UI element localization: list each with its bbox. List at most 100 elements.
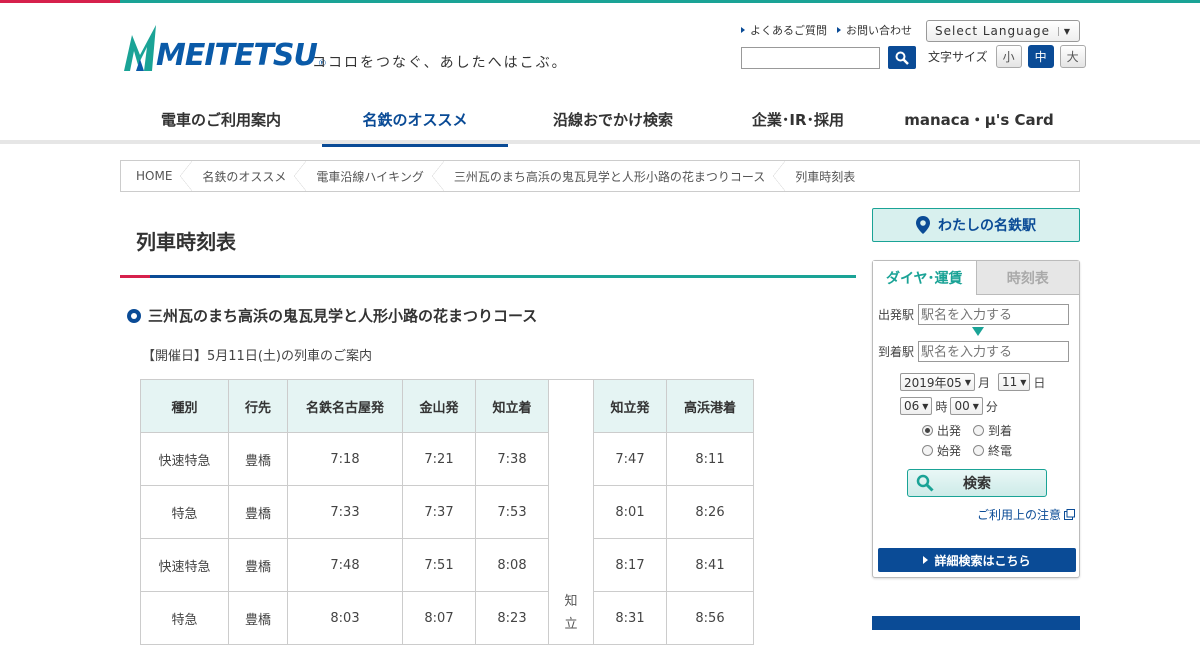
breadcrumb-current: 列車時刻表 xyxy=(795,169,856,184)
swap-arrow[interactable] xyxy=(972,327,984,336)
nav-item-train-guide[interactable]: 電車のご利用案内 xyxy=(120,91,322,147)
external-link-icon xyxy=(1064,509,1075,520)
radio-row-1: 出発 到着 xyxy=(922,422,1024,439)
bullet-icon xyxy=(127,308,141,323)
hour-unit: 時 xyxy=(935,399,948,414)
cell-chiryu-dep: 8:01 xyxy=(593,485,667,539)
event-date-lead: 【開催日】5月11日(土)の列車のご案内 xyxy=(142,349,372,364)
font-large-button[interactable]: 大 xyxy=(1059,45,1086,68)
triangle-right-icon xyxy=(923,556,929,564)
search-icon xyxy=(916,474,934,492)
cell-nagoya-dep: 7:33 xyxy=(287,485,403,539)
section-heading: 三州瓦のまち高浜の鬼瓦見学と人形小路の花まつりコース xyxy=(127,305,537,326)
hour-select[interactable]: 06 xyxy=(900,397,933,415)
day-select[interactable]: 11 xyxy=(997,373,1031,391)
global-nav: 電車のご利用案内 名鉄のオススメ 沿線おでかけ検索 企業･IR･採用 manac… xyxy=(120,91,1080,147)
header-takahama-arr: 高浜港着 xyxy=(666,379,754,433)
month-unit: 月 xyxy=(977,375,990,390)
cell-type: 快速特急 xyxy=(140,432,229,486)
search-tabs: ダイヤ･運賃 時刻表 xyxy=(873,261,1079,295)
contact-link[interactable]: お問い合わせ xyxy=(837,22,912,38)
site-search-button[interactable] xyxy=(888,46,916,69)
arrow-down-icon xyxy=(972,327,984,336)
my-station-label: わたしの名鉄駅 xyxy=(938,218,1036,234)
language-label: Select Language xyxy=(935,24,1051,38)
transfer-station-cell: 知 立 xyxy=(548,379,594,645)
map-pin-icon xyxy=(916,216,930,234)
search-icon xyxy=(895,51,909,65)
cell-kanayama-dep: 7:51 xyxy=(402,538,476,592)
tagline: ココロをつなぐ、あしたへはこぶ。 xyxy=(312,55,568,71)
route-search-label: 検索 xyxy=(963,476,991,492)
cell-kanayama-dep: 8:07 xyxy=(402,591,476,645)
header-destination: 行先 xyxy=(228,379,288,433)
cell-takahama-arr: 8:56 xyxy=(666,591,754,645)
font-size-label: 文字サイズ xyxy=(928,50,988,64)
cell-chiryu-arr: 7:53 xyxy=(475,485,549,539)
chevron-down-icon: ▼ xyxy=(1057,26,1071,36)
utility-links: よくあるご質問 お問い合わせ xyxy=(741,22,912,38)
header-chiryu-arr: 知立着 xyxy=(475,379,549,433)
cell-nagoya-dep: 8:03 xyxy=(287,591,403,645)
cell-chiryu-dep: 8:31 xyxy=(593,591,667,645)
minute-select[interactable]: 00 xyxy=(950,397,983,415)
font-size-control: 文字サイズ 小 中 大 xyxy=(928,45,1086,68)
my-station-button[interactable]: わたしの名鉄駅 xyxy=(872,208,1080,242)
cell-type: 特急 xyxy=(140,591,229,645)
cell-takahama-arr: 8:41 xyxy=(666,538,754,592)
tab-dia-fare[interactable]: ダイヤ･運賃 xyxy=(873,261,976,295)
breadcrumb-home[interactable]: HOME xyxy=(121,161,193,191)
nav-item-corporate[interactable]: 企業･IR･採用 xyxy=(718,91,878,147)
header-kanayama-dep: 金山発 xyxy=(402,379,476,433)
detail-search-button[interactable]: 詳細検索はこちら xyxy=(878,548,1076,572)
radio-arrive[interactable]: 到着 xyxy=(973,422,1012,439)
minute-unit: 分 xyxy=(985,399,998,414)
to-station-input[interactable] xyxy=(918,341,1070,362)
cell-nagoya-dep: 7:18 xyxy=(287,432,403,486)
sidebar-banner[interactable] xyxy=(872,616,1080,630)
time-row: 06 時 00 分 xyxy=(900,397,998,415)
to-row: 到着駅 xyxy=(878,341,1070,362)
cell-kanayama-dep: 7:37 xyxy=(402,485,476,539)
cell-type: 快速特急 xyxy=(140,538,229,592)
nav-item-outing-search[interactable]: 沿線おでかけ検索 xyxy=(508,91,718,147)
font-medium-button[interactable]: 中 xyxy=(1027,45,1054,68)
cell-kanayama-dep: 7:21 xyxy=(402,432,476,486)
usage-notice-link[interactable]: ご利用上の注意 xyxy=(977,506,1075,523)
nav-underline xyxy=(0,140,1200,144)
header-type: 種別 xyxy=(140,379,229,433)
breadcrumb-recommend[interactable]: 名鉄のオススメ xyxy=(186,161,307,191)
site-search-input[interactable] xyxy=(741,47,880,69)
breadcrumb-course[interactable]: 三州瓦のまち高浜の鬼瓦見学と人形小路の花まつりコース xyxy=(438,161,786,191)
faq-link[interactable]: よくあるご質問 xyxy=(741,22,827,38)
tab-timetable[interactable]: 時刻表 xyxy=(975,261,1079,295)
day-unit: 日 xyxy=(1033,375,1046,390)
year-month-select[interactable]: 2019年05 xyxy=(900,373,975,391)
nav-item-recommend[interactable]: 名鉄のオススメ xyxy=(322,91,508,147)
cell-takahama-arr: 8:26 xyxy=(666,485,754,539)
sidebar: わたしの名鉄駅 xyxy=(872,208,1080,242)
nav-item-manaca[interactable]: manaca・μ's Card xyxy=(878,91,1080,147)
breadcrumb: HOME 名鉄のオススメ 電車沿線ハイキング 三州瓦のまち高浜の鬼瓦見学と人形小… xyxy=(120,160,1080,192)
cell-destination: 豊橋 xyxy=(228,485,288,539)
radio-last-train[interactable]: 終電 xyxy=(973,442,1012,459)
language-select[interactable]: Select Language ▼ xyxy=(926,20,1080,42)
breadcrumb-hiking[interactable]: 電車沿線ハイキング xyxy=(300,161,445,191)
table-row: 快速特急 豊橋 7:18 7:21 7:38 7:47 8:11 xyxy=(140,432,754,486)
cell-type: 特急 xyxy=(140,485,229,539)
from-row: 出発駅 xyxy=(878,304,1070,325)
to-label: 到着駅 xyxy=(878,345,915,359)
radio-first-train[interactable]: 始発 xyxy=(922,442,961,459)
detail-search-label: 詳細検索はこちら xyxy=(934,553,1031,568)
from-label: 出発駅 xyxy=(878,308,915,322)
site-header: MEITETSU ® ココロをつなぐ、あしたへはこぶ。 よくあるご質問 お問い合… xyxy=(0,3,1200,147)
radio-depart[interactable]: 出発 xyxy=(922,422,961,439)
table-header-row: 種別 行先 名鉄名古屋発 金山発 知立着 知 立 知立発 高浜港着 xyxy=(140,379,754,645)
header-nagoya-dep: 名鉄名古屋発 xyxy=(287,379,403,433)
cell-destination: 豊橋 xyxy=(228,432,288,486)
from-station-input[interactable] xyxy=(918,304,1070,325)
meitetsu-logo[interactable]: MEITETSU ® xyxy=(122,25,327,71)
cell-destination: 豊橋 xyxy=(228,538,288,592)
route-search-button[interactable]: 検索 xyxy=(907,469,1047,497)
font-small-button[interactable]: 小 xyxy=(995,45,1022,68)
